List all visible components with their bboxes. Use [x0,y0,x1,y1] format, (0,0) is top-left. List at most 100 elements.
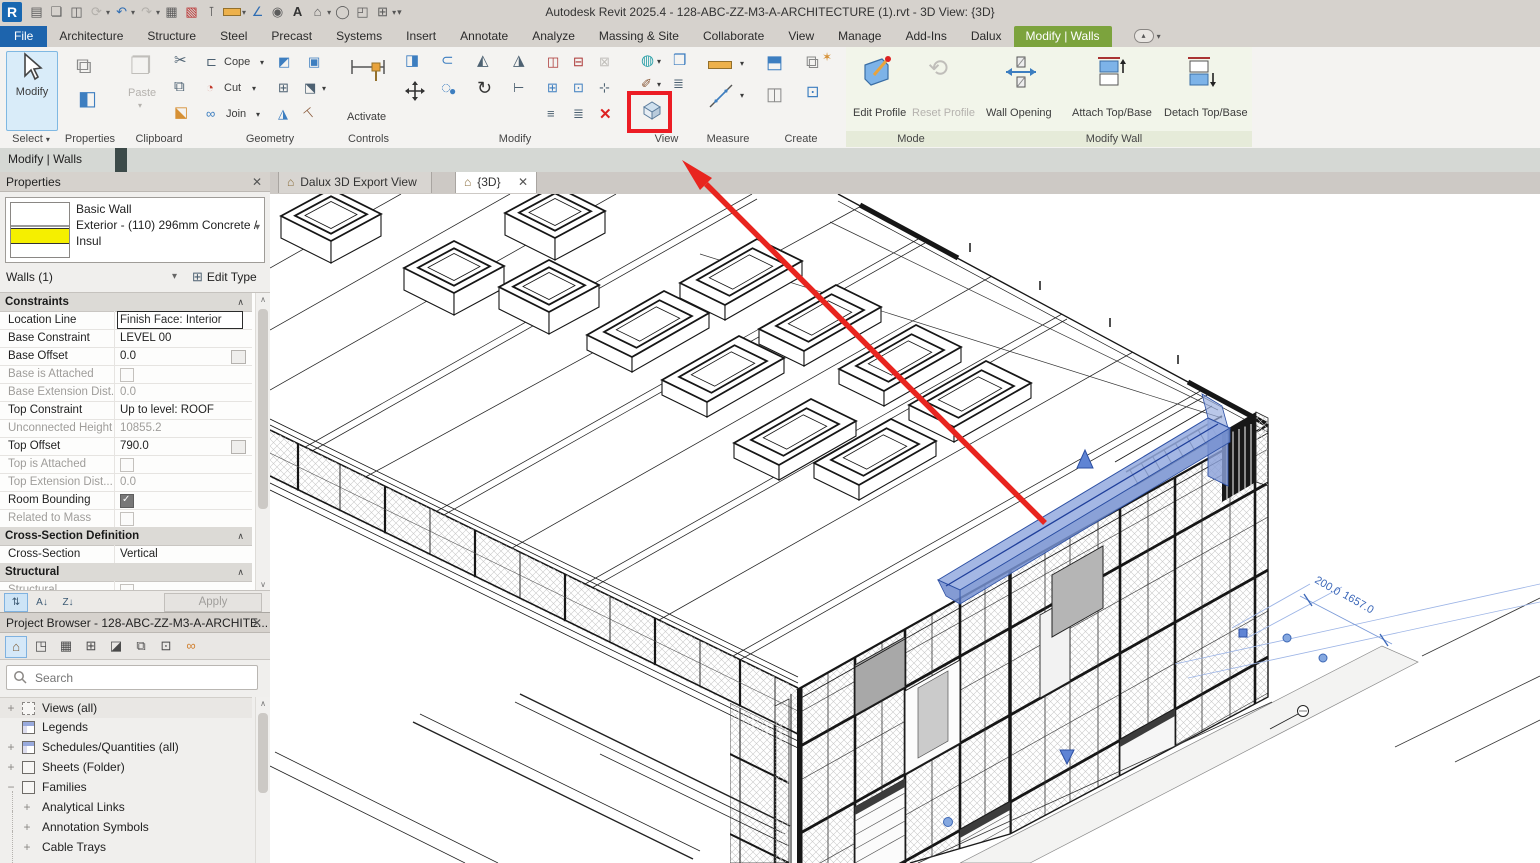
cope-label[interactable]: Cope [224,56,250,68]
view-tab-close-icon[interactable]: ✕ [518,175,528,189]
tab-systems[interactable]: Systems [324,26,394,47]
linework-dropdown-icon[interactable]: ▾ [657,80,661,89]
switch-dropdown-icon[interactable]: ▾ [392,8,396,17]
scroll-up-icon[interactable]: ∧ [256,293,270,306]
joins-dropdown-icon[interactable]: ▾ [322,84,326,93]
reset-profile-label[interactable]: Reset Profile [912,107,975,119]
sort-descending-button[interactable]: Z↓ [56,593,80,612]
default-3d-view-icon[interactable]: ⌂ [309,1,326,23]
edit-profile-label[interactable]: Edit Profile [853,107,906,119]
edit-profile-icon[interactable] [862,55,896,87]
tab-insert[interactable]: Insert [394,26,448,47]
panel-label-create[interactable]: Create [756,131,846,147]
activate-label[interactable]: Activate [347,111,386,123]
attach-top-base-label[interactable]: Attach Top/Base [1072,107,1152,119]
panel-label-mode[interactable]: Mode [846,131,976,147]
home-dropdown-icon[interactable]: ▾ [327,8,331,17]
view-tab-dalux[interactable]: ⌂Dalux 3D Export View [278,172,432,193]
redo-dropdown-icon[interactable]: ▾ [156,8,160,17]
wall-opening-label[interactable]: Wall Opening [986,107,1052,119]
section-cross-section-definition[interactable]: Cross-Section Definition∧ [0,527,252,546]
tree-item-views[interactable]: + Views (all) [0,697,252,718]
tree-item-analytical-links[interactable]: + Analytical Links [0,797,252,817]
cut-profile-icon[interactable]: ≣ [673,77,684,90]
reveal-hidden-icon[interactable]: ◍ [641,53,654,68]
properties-close-icon[interactable]: ✕ [250,172,264,192]
align-icon[interactable]: ◨ [405,53,419,68]
detach-top-base-label[interactable]: Detach Top/Base [1164,107,1248,119]
mirror-axis-icon[interactable]: ◭ [477,53,489,68]
project-browser-header[interactable]: Project Browser - 128-ABC-ZZ-M3-A-ARCHIT… [0,613,270,633]
wall-joins-icon[interactable]: ⊞ [278,81,289,94]
create-similar-icon[interactable]: ⊡ [806,85,819,101]
panel-label-select[interactable]: Select ▾ [0,131,62,147]
reveal-dropdown-icon[interactable]: ▾ [657,57,661,66]
3d-viewport[interactable]: 200.0 1657.0 [270,194,1540,863]
expand-icon[interactable]: + [22,797,32,817]
ruler-dropdown-icon[interactable]: ▾ [242,8,246,17]
panel-label-clipboard[interactable]: Clipboard [118,131,200,147]
beam-joins-icon[interactable]: ⬔ [304,81,316,94]
linework-brush-icon[interactable]: ✐ [641,77,652,90]
expand-icon[interactable]: + [22,817,32,837]
tab-dalux[interactable]: Dalux [959,26,1014,47]
detach-top-base-icon[interactable] [1184,55,1218,89]
panel-label-controls[interactable]: Controls [340,131,397,147]
copy-to-clipboard-icon[interactable]: ⧉ [174,79,185,94]
trim-extend-corner-icon[interactable]: ⊢ [513,81,524,94]
tab-annotate[interactable]: Annotate [448,26,520,47]
customize-qat-icon[interactable]: ▾ [397,7,402,18]
render-icon[interactable]: ◯ [334,1,351,23]
tab-modify-walls[interactable]: Modify | Walls [1014,26,1112,47]
aligned-dimension-icon[interactable]: ∠ [249,1,266,23]
split-with-gap-icon[interactable]: ⊟ [573,55,584,68]
create-parts-icon[interactable]: ◫ [766,85,783,103]
mirror-draw-icon[interactable]: ◮ [513,53,525,68]
property-row[interactable]: Base ConstraintLEVEL 00 [0,329,252,348]
cope-icon[interactable]: ⊏ [206,55,217,68]
type-selector-dropdown-icon[interactable]: ▾ [255,222,260,233]
redo-icon[interactable]: ↷ [138,1,155,23]
project-browser-close-icon[interactable]: ✕ [250,613,264,633]
panel-label-view[interactable]: View [633,131,700,147]
search-input[interactable] [33,667,252,688]
cut-geometry-icon[interactable]: ◩ [278,55,290,68]
panel-label-geometry[interactable]: Geometry [200,131,340,147]
dimension-value-1657[interactable]: 1657.0 [1341,589,1376,616]
paste-icon[interactable]: ❐ [130,55,152,79]
activate-controls-icon[interactable] [350,57,386,85]
tree-item-cable-trays[interactable]: + Cable Trays [0,837,252,857]
trim-single-icon[interactable]: ≡ [547,107,555,120]
join-icon[interactable]: ∞ [206,107,215,120]
property-row[interactable]: Top Offset790.0 [0,437,252,456]
browser-scrollbar[interactable]: ∧ [255,697,270,863]
scroll-up-icon[interactable]: ∧ [256,697,270,710]
expand-icon[interactable]: + [6,698,16,718]
browser-schedules-icon[interactable]: ⊞ [81,636,101,656]
selection-filter[interactable]: Walls (1) [6,267,156,287]
paste-dropdown-icon[interactable]: ▾ [138,101,142,110]
create-assembly-icon[interactable]: ⧉ [806,53,819,71]
cut-dropdown-icon[interactable]: ▾ [252,84,256,93]
measure-pin-icon[interactable]: ⊺ [203,1,220,23]
browser-home-icon[interactable]: ⌂ [5,636,27,658]
revit-logo[interactable]: R [2,2,22,22]
sync-icon[interactable]: ⟳ [88,1,105,23]
tree-item-families[interactable]: − Families [0,777,252,797]
trim-multiple-icon[interactable]: ≣ [573,107,584,120]
measure-dropdown-icon[interactable]: ▾ [740,59,744,68]
measure2-dropdown-icon[interactable]: ▾ [740,91,744,100]
apply-button[interactable]: Apply [164,593,262,612]
scroll-thumb[interactable] [258,713,268,793]
tab-analyze[interactable]: Analyze [520,26,587,47]
open-folder-icon[interactable]: ❏ [48,1,65,23]
tab-precast[interactable]: Precast [259,26,324,47]
properties-doc-icon[interactable]: ▤ [28,1,45,23]
tag-icon[interactable]: ◉ [269,1,286,23]
tab-manage[interactable]: Manage [826,26,893,47]
attach-top-base-icon[interactable] [1094,55,1128,89]
properties-header[interactable]: Properties ✕ [0,172,270,192]
collapse-icon[interactable]: − [6,777,16,797]
split-face-icon[interactable]: ◮ [278,107,288,120]
modify-button[interactable]: Modify [6,51,58,131]
